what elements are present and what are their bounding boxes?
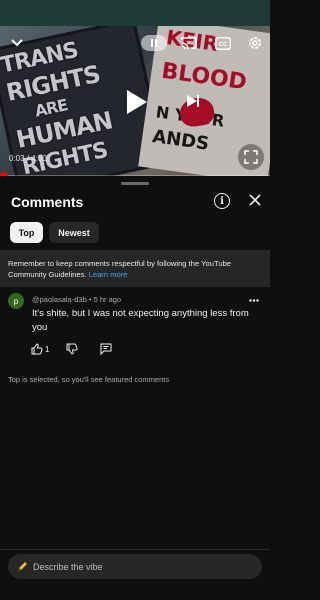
thumbs-down-icon (66, 343, 78, 355)
composer-placeholder: Describe the vibe (33, 561, 103, 572)
next-icon[interactable] (182, 90, 204, 112)
reply-button[interactable] (100, 342, 112, 356)
status-bar (0, 0, 270, 26)
close-icon[interactable] (247, 192, 263, 208)
comment-composer-input[interactable]: Describe the vibe (8, 554, 262, 579)
chip-top[interactable]: Top (10, 222, 43, 243)
more-options-icon[interactable] (247, 294, 261, 306)
cc-icon[interactable]: CC (214, 34, 232, 52)
play-icon[interactable] (122, 88, 150, 116)
playback-time: 0:03 / 4:00 (9, 154, 47, 163)
thumbs-up-icon (31, 343, 43, 355)
learn-more-link[interactable]: Learn more (89, 270, 128, 279)
cast-icon[interactable] (180, 34, 198, 52)
autoplay-toggle[interactable] (141, 35, 167, 51)
community-guidelines-notice: Remember to keep comments respectful by … (0, 250, 270, 287)
chevron-down-icon[interactable] (8, 34, 26, 52)
dislike-button[interactable] (66, 342, 78, 356)
meta-separator: • (88, 295, 92, 304)
chip-newest[interactable]: Newest (49, 222, 99, 243)
composer-divider (0, 549, 270, 550)
panel-drag-handle[interactable] (121, 182, 149, 185)
comment-author[interactable]: @paolasala-d3b (32, 295, 87, 304)
comment-meta: @paolasala-d3b • 5 hr ago (32, 295, 121, 304)
svg-text:CC: CC (219, 42, 228, 48)
progress-scrubber[interactable] (0, 172, 8, 176)
pencil-icon (17, 561, 28, 572)
fullscreen-icon[interactable] (238, 144, 264, 170)
gear-icon[interactable] (246, 34, 264, 52)
avatar[interactable]: p (8, 293, 24, 309)
comment-text: It's shite, but I was not expecting anyt… (32, 308, 249, 333)
info-icon[interactable]: i (214, 193, 230, 209)
video-player[interactable]: TRANS RIGHTS ARE HUMAN RIGHTS KEIR BLOOD… (0, 26, 270, 176)
like-count: 1 (45, 344, 50, 354)
progress-track[interactable] (0, 175, 270, 176)
comment-age: 5 hr ago (93, 295, 122, 304)
reply-icon (100, 343, 112, 355)
pause-icon (151, 39, 157, 47)
panel-title: Comments (11, 194, 84, 210)
sort-status-note: Top is selected, so you'll see featured … (8, 375, 170, 384)
like-button[interactable]: 1 (31, 342, 49, 356)
